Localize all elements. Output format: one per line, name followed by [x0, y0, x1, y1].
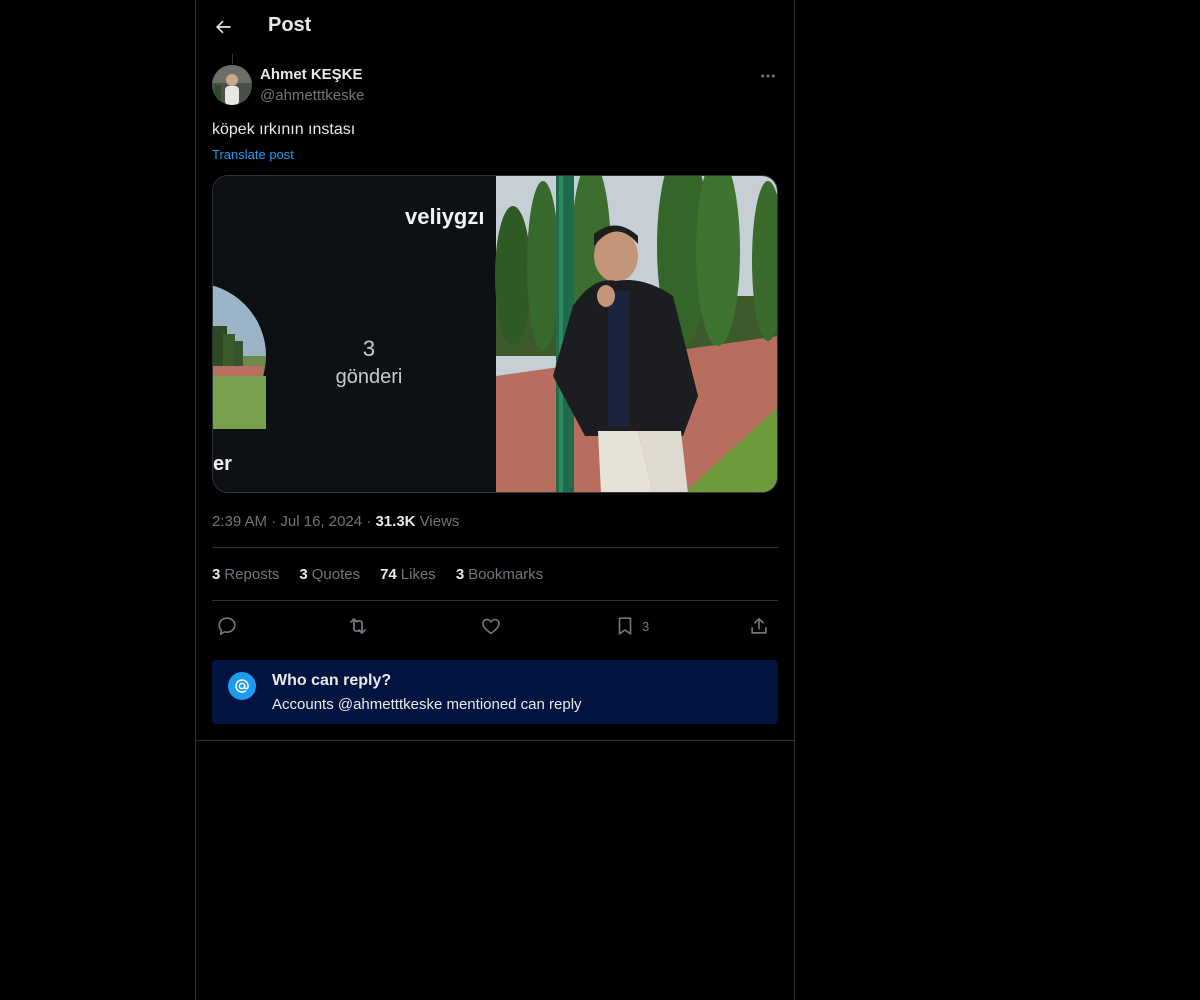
post-date[interactable]: Jul 16, 2024: [280, 513, 362, 530]
heart-icon: [482, 618, 500, 635]
repost-icon: [350, 618, 366, 634]
views-count: 31.3K: [375, 513, 416, 530]
post-meta: 2:39 AM · Jul 16, 2024 · 31.3K Views: [212, 513, 459, 530]
like-button[interactable]: [480, 612, 502, 640]
mention-icon: [228, 672, 256, 700]
stat-reposts[interactable]: 3 Reposts: [212, 566, 279, 583]
share-button[interactable]: [748, 612, 770, 640]
divider: [212, 547, 778, 548]
translate-post-link[interactable]: Translate post: [212, 147, 294, 162]
who-can-reply-notice: Who can reply? Accounts @ahmetttkeske me…: [212, 660, 778, 724]
avatar-image: [212, 65, 252, 105]
back-button[interactable]: [210, 14, 236, 40]
stat-bookmarks[interactable]: 3 Bookmarks: [456, 566, 543, 583]
who-can-reply-subtitle: Accounts @ahmetttkeske mentioned can rep…: [272, 696, 582, 713]
who-can-reply-title: Who can reply?: [272, 672, 392, 689]
meta-separator: ·: [271, 513, 281, 530]
arrow-left-icon: [216, 20, 231, 34]
share-icon: [751, 617, 767, 634]
page-title: Post: [268, 14, 312, 36]
more-icon: [761, 74, 775, 78]
media-bottom-fragment: er: [213, 453, 232, 475]
reply-button[interactable]: [216, 612, 238, 640]
avatar[interactable]: [212, 65, 252, 105]
post-text: köpek ırkının ınstası: [212, 121, 356, 138]
primary-column: Post Ahmet KEŞKE @ahmetttkeske köpek ırk…: [195, 0, 795, 1000]
post-time[interactable]: 2:39 AM: [212, 513, 267, 530]
post-media[interactable]: veliygzı 3 gönderi er: [212, 175, 778, 493]
bookmark-count: 3: [642, 618, 650, 634]
more-options-button[interactable]: [756, 64, 780, 88]
media-image: veliygzı 3 gönderi er: [213, 176, 777, 492]
bookmark-button[interactable]: 3: [614, 612, 649, 640]
action-bar: 3: [212, 612, 778, 640]
author-name[interactable]: Ahmet KEŞKE: [260, 66, 363, 83]
page-header: Post: [196, 0, 794, 54]
media-username-fragment: veliygzı: [405, 204, 484, 229]
media-post-label: gönderi: [336, 366, 403, 388]
divider: [196, 740, 794, 741]
divider: [212, 600, 778, 601]
engagement-stats: 3 Reposts 3 Quotes 74 Likes 3 Bookmarks: [212, 566, 543, 583]
views-label: Views: [419, 513, 460, 530]
thread-line: [232, 54, 233, 64]
stat-quotes[interactable]: 3 Quotes: [299, 566, 360, 583]
author-handle[interactable]: @ahmetttkeske: [260, 87, 364, 104]
stat-likes[interactable]: 74 Likes: [380, 566, 436, 583]
bookmark-icon: [618, 617, 632, 635]
media-post-count: 3: [363, 336, 375, 361]
reply-icon: [218, 617, 236, 636]
repost-button[interactable]: [346, 612, 370, 640]
